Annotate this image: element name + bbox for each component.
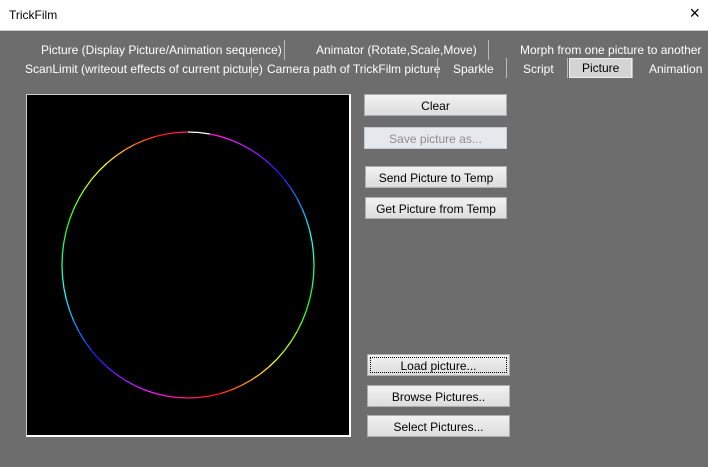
circle-segment: [166, 131, 178, 135]
circle-segment: [134, 139, 146, 146]
circle-segment: [283, 340, 292, 351]
tab-separator: [437, 58, 438, 78]
circle-segment: [230, 139, 242, 146]
circle-segment: [305, 299, 311, 311]
picture-canvas[interactable]: [26, 94, 351, 437]
circle-segment: [259, 155, 270, 164]
circle-segment: [73, 320, 80, 332]
circle-segment: [220, 135, 232, 141]
clear-button[interactable]: Clear: [364, 94, 507, 116]
circle-segment: [65, 299, 71, 311]
circle-segment: [250, 373, 261, 381]
circle-segment: [176, 396, 189, 399]
tab-animation[interactable]: Animation: [649, 62, 702, 76]
circle-segment: [90, 170, 100, 180]
circle-segment: [230, 384, 242, 391]
circle-segment: [78, 331, 86, 342]
circle-segment: [276, 170, 286, 180]
tab-scanlimit[interactable]: ScanLimit (writeout effects of current p…: [25, 62, 263, 76]
tab-camera-path[interactable]: Camera path of TrickFilm picture: [267, 62, 440, 76]
circle-segment: [84, 179, 93, 190]
window-title: TrickFilm: [9, 8, 58, 22]
circle-segment: [98, 162, 108, 172]
circle-segment: [61, 241, 65, 254]
tab-separator: [567, 58, 568, 78]
tab-separator: [506, 58, 507, 78]
circle-segment: [296, 198, 303, 210]
circle-segment: [68, 208, 75, 220]
circle-segment: [259, 366, 270, 375]
circle-segment: [301, 310, 308, 322]
circle-segment: [124, 379, 136, 387]
circle-segment: [63, 230, 67, 243]
send-picture-to-temp-button[interactable]: Send Picture to Temp: [365, 166, 507, 188]
browse-pictures-button[interactable]: Browse Pictures..: [367, 385, 510, 407]
tab-picture-display[interactable]: Picture (Display Picture/Animation seque…: [41, 43, 282, 57]
rainbow-circle-drawing: [61, 131, 315, 399]
circle-segment: [220, 389, 232, 395]
circle-segment: [115, 149, 126, 157]
tab-script[interactable]: Script: [523, 62, 554, 76]
circle-segment: [309, 230, 313, 243]
circle-segment: [166, 395, 178, 399]
circle-segment: [209, 133, 221, 138]
circle-segment: [90, 350, 100, 360]
circle-segment: [134, 384, 146, 391]
title-bar: TrickFilm ×: [0, 0, 708, 31]
circle-segment: [240, 143, 252, 151]
circle-segment: [98, 358, 108, 368]
circle-segment: [78, 188, 86, 199]
tab-separator: [632, 58, 633, 78]
circle-segment: [124, 143, 136, 151]
tab-morph[interactable]: Morph from one picture to another: [520, 43, 701, 57]
circle-segment: [296, 320, 303, 332]
circle-segment: [176, 131, 189, 134]
save-picture-button[interactable]: Save picture as...: [364, 127, 507, 149]
circle-segment: [106, 366, 117, 375]
circle-segment: [115, 373, 126, 381]
circle-segment: [290, 188, 298, 199]
circle-segment: [283, 179, 292, 190]
circle-segment: [187, 396, 200, 399]
tab-separator: [251, 58, 252, 78]
circle-segment: [309, 287, 313, 300]
tab-animator[interactable]: Animator (Rotate,Scale,Move): [316, 43, 477, 57]
tab-separator: [488, 40, 489, 60]
tab-separator: [284, 40, 285, 60]
circle-segment: [268, 162, 278, 172]
circle-segment: [198, 131, 210, 135]
circle-segment: [65, 219, 71, 231]
circle-segment: [61, 276, 65, 289]
circle-segment: [84, 340, 93, 351]
tab-picture[interactable]: Picture: [569, 58, 633, 78]
circle-segment: [311, 276, 315, 289]
circle-segment: [187, 131, 200, 134]
circle-segment: [301, 208, 308, 220]
circle-segment: [240, 379, 252, 387]
select-pictures-button[interactable]: Select Pictures...: [367, 415, 510, 437]
circle-segment: [68, 310, 75, 322]
circle-segment: [250, 149, 261, 157]
circle-segment: [155, 133, 167, 138]
circle-segment: [198, 395, 210, 399]
get-picture-from-temp-button[interactable]: Get Picture from Temp: [365, 197, 507, 219]
circle-segment: [155, 392, 167, 397]
circle-segment: [63, 287, 67, 300]
circle-segment: [144, 135, 156, 141]
circle-segment: [311, 241, 315, 254]
circle-segment: [276, 350, 286, 360]
load-picture-button[interactable]: Load picture...: [367, 354, 510, 376]
close-icon[interactable]: ×: [689, 3, 700, 24]
tab-sparkle[interactable]: Sparkle: [453, 62, 494, 76]
circle-segment: [268, 358, 278, 368]
circle-segment: [209, 392, 221, 397]
circle-segment: [290, 331, 298, 342]
circle-segment: [144, 389, 156, 395]
circle-segment: [73, 198, 80, 210]
circle-segment: [305, 219, 311, 231]
circle-segment: [106, 155, 117, 164]
